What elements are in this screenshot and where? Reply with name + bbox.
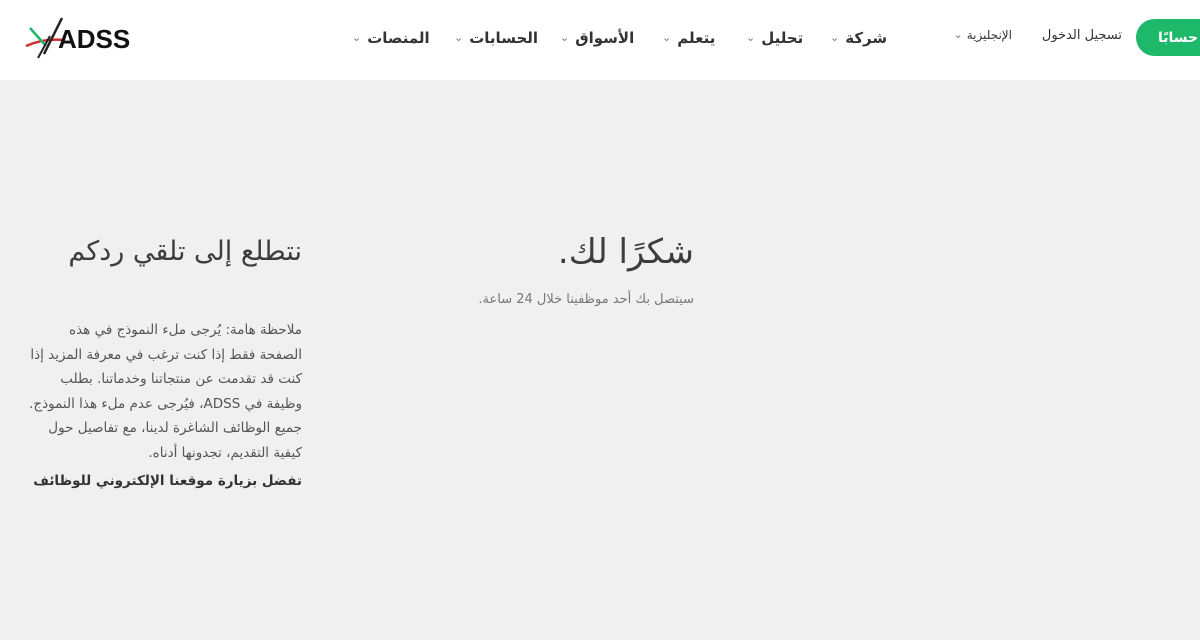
nav-label: الحسابات: [469, 29, 539, 47]
chevron-down-icon: ⌄: [830, 30, 840, 44]
adss-logo[interactable]: ADSS: [24, 14, 136, 62]
thank-you-heading: شكرًا لك.: [557, 232, 694, 272]
nav-company[interactable]: ⌄ شركة: [830, 26, 887, 50]
nav-label: المنصات: [367, 29, 430, 47]
svg-text:ADSS: ADSS: [58, 24, 130, 54]
nav-label: يتعلم: [677, 29, 716, 47]
open-account-button[interactable]: افتح حسابًا: [1136, 19, 1200, 56]
nav-learn[interactable]: ⌄ يتعلم: [662, 26, 715, 50]
important-note: ملاحظة هامة: يُرجى ملء النموذج في هذه ال…: [29, 322, 302, 461]
thank-you-subtitle: سيتصل بك أحد موظفينا خلال 24 ساعة.: [478, 292, 694, 307]
nav-platforms[interactable]: ⌄ المنصات: [352, 26, 430, 50]
chevron-down-icon: ⌄: [746, 30, 756, 44]
chevron-down-icon: ⌄: [454, 30, 464, 44]
nav-analysis[interactable]: ⌄ تحليل: [746, 26, 803, 50]
contact-heading: نتطلع إلى تلقي ردكم: [68, 236, 302, 267]
top-header: ADSS ⌄ المنصات ⌄ الحسابات ⌄ الأسواق ⌄ يت…: [0, 0, 1200, 80]
thank-you-panel: شكرًا لك. سيتصل بك أحد موظفينا خلال 24 س…: [444, 226, 694, 307]
language-label: الإنجليزية: [966, 28, 1012, 42]
nav-label: الأسواق: [575, 29, 635, 47]
contact-info: نتطلع إلى تلقي ردكم ملاحظة هامة: يُرجى م…: [26, 232, 302, 489]
chevron-down-icon: ⌄: [352, 30, 362, 44]
chevron-down-icon: ⌄: [560, 30, 570, 44]
chevron-down-icon: ⌄: [953, 27, 963, 41]
careers-link[interactable]: تفضل بزيارة موقعنا الإلكتروني للوظائف: [26, 473, 302, 489]
nav-label: تحليل: [761, 29, 804, 47]
login-link[interactable]: تسجيل الدخول: [1042, 28, 1122, 43]
chevron-down-icon: ⌄: [662, 30, 672, 44]
nav-accounts[interactable]: ⌄ الحسابات: [454, 26, 538, 50]
language-selector[interactable]: ⌄ الإنجليزية: [953, 27, 1012, 43]
nav-markets[interactable]: ⌄ الأسواق: [560, 26, 634, 50]
adss-logo-mark: ADSS: [25, 17, 130, 59]
nav-label: شركة: [845, 29, 888, 47]
